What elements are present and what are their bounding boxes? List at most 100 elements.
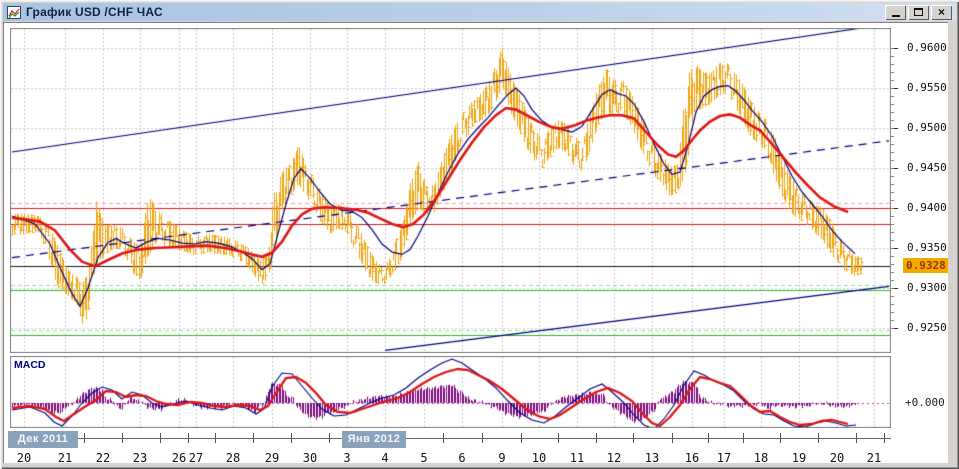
day-axis-label: 22 xyxy=(95,451,111,465)
chart-app-icon xyxy=(7,5,21,19)
price-axis-minor-tick xyxy=(891,256,894,257)
time-axis-line xyxy=(10,438,891,439)
window-controls: × xyxy=(885,4,952,20)
day-axis-label: 20 xyxy=(829,451,845,465)
price-axis-label: 0.9300 xyxy=(907,281,947,294)
price-axis-label: 0.9600 xyxy=(907,41,947,54)
window-title: График USD /CHF ЧАС xyxy=(26,5,163,19)
price-axis-minor-tick xyxy=(891,320,894,321)
price-axis-minor-tick xyxy=(891,96,894,97)
price-axis-minor-tick xyxy=(891,56,894,57)
price-axis-minor-tick xyxy=(891,120,894,121)
day-axis-label: 12 xyxy=(606,451,622,465)
price-axis-minor-tick xyxy=(891,144,894,145)
minimize-button[interactable] xyxy=(885,4,906,20)
price-axis-minor-tick xyxy=(891,264,894,265)
month-marker: Дек 2011 xyxy=(8,431,78,448)
time-axis-tick xyxy=(743,433,744,443)
price-axis-label: 0.9500 xyxy=(907,121,947,134)
day-axis-label: 28 xyxy=(225,451,241,465)
macd-indicator-canvas[interactable] xyxy=(10,356,891,428)
price-axis-minor-tick xyxy=(891,304,894,305)
price-axis-minor-tick xyxy=(891,200,894,201)
close-icon: × xyxy=(937,5,945,19)
price-axis-minor-tick xyxy=(891,168,894,169)
day-axis-label: 16 xyxy=(684,451,700,465)
title-bar[interactable]: График USD /CHF ЧАС × xyxy=(3,3,956,21)
price-axis-minor-tick xyxy=(891,328,894,329)
minimize-icon xyxy=(891,15,900,17)
price-axis-label: 0.9450 xyxy=(907,161,947,174)
day-axis-label: 30 xyxy=(302,451,318,465)
price-axis-label: 0.9400 xyxy=(907,201,947,214)
day-axis-label: 29 xyxy=(264,451,280,465)
price-axis-minor-tick xyxy=(891,176,894,177)
price-axis-minor-tick xyxy=(891,248,894,249)
maximize-button[interactable] xyxy=(908,4,929,20)
day-axis-label: 23 xyxy=(132,451,148,465)
price-axis-minor-tick xyxy=(891,192,894,193)
time-axis-tick xyxy=(84,433,85,443)
day-axis-label: 21 xyxy=(57,451,73,465)
time-axis-tick xyxy=(558,433,559,443)
time-axis-tick xyxy=(482,433,483,443)
price-axis-minor-tick xyxy=(891,128,894,129)
price-axis-minor-tick xyxy=(891,152,894,153)
price-axis-minor-tick xyxy=(891,80,894,81)
price-axis-minor-tick xyxy=(891,224,894,225)
price-axis-minor-tick xyxy=(891,136,894,137)
time-axis-tick xyxy=(780,433,781,443)
price-axis-label: 0.9350 xyxy=(907,241,947,254)
day-axis-label: 21 xyxy=(866,451,882,465)
time-axis-tick xyxy=(633,433,634,443)
price-axis-minor-tick xyxy=(891,208,894,209)
day-axis-label: 11 xyxy=(569,451,585,465)
day-axis-label: 6 xyxy=(458,451,466,465)
price-axis-minor-tick xyxy=(891,240,894,241)
day-axis-label: 9 xyxy=(498,451,506,465)
day-axis-label: 10 xyxy=(531,451,547,465)
price-axis-minor-tick xyxy=(891,72,894,73)
month-marker: Янв 2012 xyxy=(342,431,406,448)
price-axis-minor-tick xyxy=(891,312,894,313)
price-axis-label: 0.9550 xyxy=(907,81,947,94)
price-axis-label: 0.9250 xyxy=(907,321,947,334)
price-axis-minor-tick xyxy=(891,184,894,185)
time-axis-tick xyxy=(521,433,522,443)
main-price-chart-canvas[interactable] xyxy=(10,28,891,353)
price-axis-minor-tick xyxy=(891,112,894,113)
close-button[interactable]: × xyxy=(931,4,952,20)
maximize-icon xyxy=(914,8,923,16)
time-axis-tick xyxy=(122,433,123,443)
current-price-badge: 0.9328 xyxy=(903,258,948,273)
day-axis-label: 19 xyxy=(791,451,807,465)
time-axis-tick xyxy=(884,433,885,443)
macd-panel-label: MACD xyxy=(14,359,46,371)
price-axis-minor-tick xyxy=(891,88,894,89)
day-axis-label: 5 xyxy=(420,451,428,465)
price-axis-minor-tick xyxy=(891,296,894,297)
time-axis-tick xyxy=(215,433,216,443)
day-axis-label: 13 xyxy=(644,451,660,465)
price-axis-minor-tick xyxy=(891,48,894,49)
price-axis-minor-tick xyxy=(891,64,894,65)
time-axis-tick xyxy=(160,433,161,443)
chart-window: График USD /CHF ЧАС × Exponential_Moving… xyxy=(0,0,959,469)
price-axis-minor-tick xyxy=(891,216,894,217)
time-axis-tick xyxy=(596,433,597,443)
time-axis-tick xyxy=(188,433,189,443)
day-axis-label: 27 xyxy=(188,451,204,465)
price-axis-minor-tick xyxy=(891,232,894,233)
time-axis-tick xyxy=(708,433,709,443)
day-axis-label: 18 xyxy=(753,451,769,465)
price-axis-minor-tick xyxy=(891,160,894,161)
time-axis-tick xyxy=(856,433,857,443)
price-axis-minor-tick xyxy=(891,272,894,273)
price-axis-minor-tick xyxy=(891,280,894,281)
time-axis-tick xyxy=(818,433,819,443)
price-axis-minor-tick xyxy=(891,104,894,105)
day-axis-label: 3 xyxy=(343,451,351,465)
macd-zero-value-label: +0.000 xyxy=(905,396,945,409)
time-axis-tick xyxy=(443,433,444,443)
time-axis-tick xyxy=(253,433,254,443)
